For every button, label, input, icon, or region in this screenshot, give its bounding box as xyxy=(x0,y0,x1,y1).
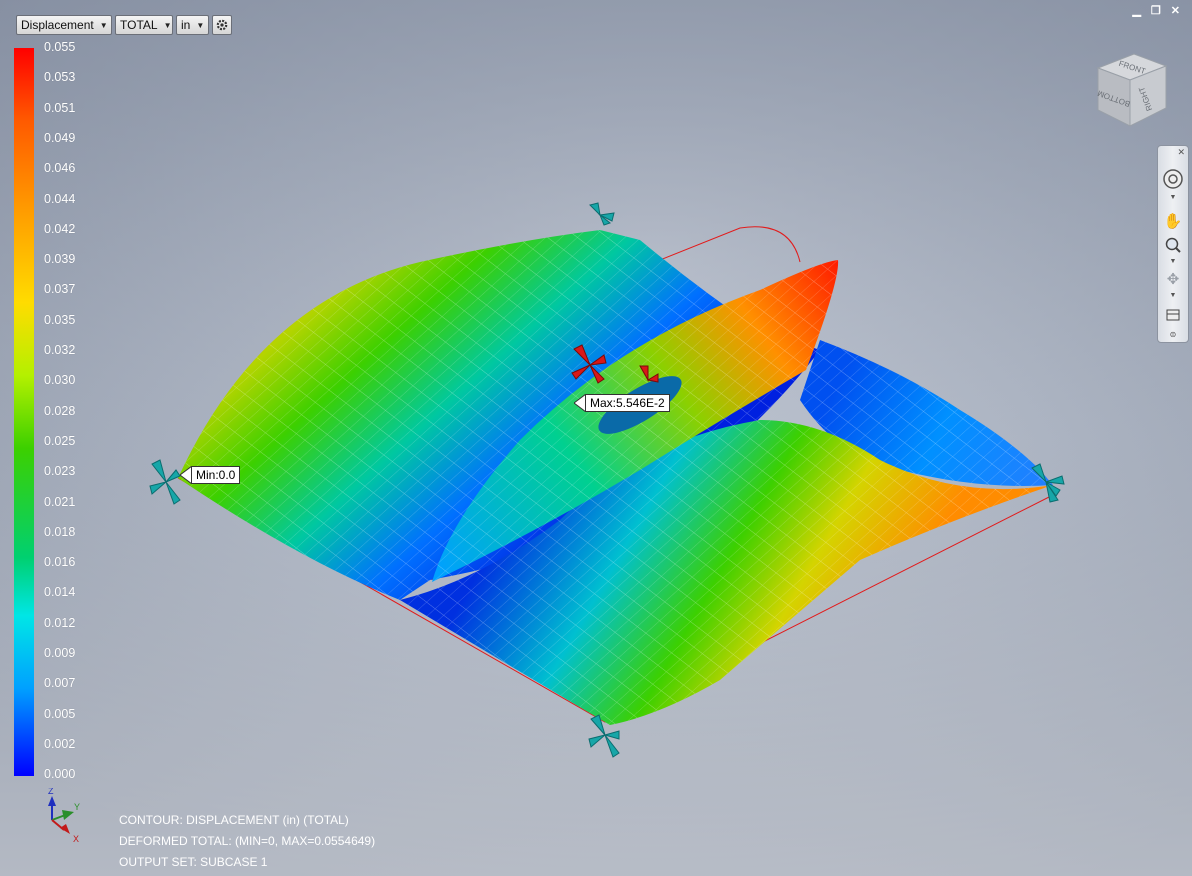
legend-value: 0.051 xyxy=(44,100,76,115)
chevron-down-icon: ▼ xyxy=(1169,194,1177,201)
pan-button[interactable]: ✋ xyxy=(1158,212,1188,230)
view-cube[interactable]: FRONT RIGHT BOTTOM xyxy=(1088,46,1174,132)
pan-icon: ✋ xyxy=(1163,213,1183,230)
legend-value: 0.012 xyxy=(44,615,76,630)
legend-value: 0.007 xyxy=(44,676,76,691)
info-deformed: DEFORMED TOTAL: (MIN=0, MAX=0.0554649) xyxy=(119,834,376,848)
navbar-customize-icon[interactable]: ⊜ xyxy=(1158,330,1188,339)
gear-icon xyxy=(216,19,228,31)
legend-value: 0.046 xyxy=(44,161,76,176)
zoom-button[interactable] xyxy=(1158,236,1188,254)
legend-value: 0.030 xyxy=(44,373,76,388)
legend-value: 0.049 xyxy=(44,130,76,145)
legend-value: 0.055 xyxy=(44,40,76,54)
legend-value: 0.002 xyxy=(44,736,76,751)
navbar-close[interactable]: ✕ xyxy=(1158,147,1188,158)
min-label: Min:0.0 xyxy=(191,466,241,484)
legend-value: 0.023 xyxy=(44,464,76,479)
result-type-value: Displacement xyxy=(21,18,94,32)
units-dropdown[interactable]: in ▼ xyxy=(176,15,209,35)
legend-value: 0.021 xyxy=(44,494,76,509)
legend-value: 0.028 xyxy=(44,403,76,418)
legend-value: 0.053 xyxy=(44,70,76,85)
axis-triad: Z Y X xyxy=(48,788,80,844)
chevron-down-icon: ▼ xyxy=(1169,258,1177,265)
orbit-icon: ✥ xyxy=(1166,271,1180,288)
fea-model-view[interactable] xyxy=(0,0,1192,876)
legend-value: 0.018 xyxy=(44,524,76,539)
chevron-down-icon: ▼ xyxy=(163,20,172,30)
component-dropdown[interactable]: TOTAL ▼ xyxy=(115,15,173,35)
close-icon[interactable]: ✕ xyxy=(1171,4,1180,17)
component-value: TOTAL xyxy=(120,18,158,32)
chevron-down-icon: ▼ xyxy=(196,20,205,30)
legend-value: 0.005 xyxy=(44,706,76,721)
orbit-button[interactable]: ✥ xyxy=(1158,270,1188,288)
navigation-bar: ✕ ▼ ✋ ▼ ✥ ▼ ⊜ xyxy=(1157,145,1189,343)
legend-value: 0.032 xyxy=(44,343,76,357)
restore-icon[interactable]: ❐ xyxy=(1151,4,1161,17)
chevron-down-icon: ▼ xyxy=(1169,292,1177,299)
result-info: CONTOUR: DISPLACEMENT (in) (TOTAL) DEFOR… xyxy=(119,810,375,873)
axis-y-label: Y xyxy=(74,802,80,812)
zoom-icon xyxy=(1165,237,1181,253)
legend-value: 0.009 xyxy=(44,646,76,660)
legend-value: 0.025 xyxy=(44,433,76,448)
max-label: Max:5.546E-2 xyxy=(585,394,670,412)
axis-x-label: X xyxy=(73,834,79,844)
legend-value: 0.044 xyxy=(44,191,76,206)
units-value: in xyxy=(181,18,191,32)
info-output-set: OUTPUT SET: SUBCASE 1 xyxy=(119,855,268,869)
chevron-down-icon: ▼ xyxy=(99,20,108,30)
close-icon: ✕ xyxy=(1177,147,1185,157)
look-at-button[interactable] xyxy=(1158,306,1188,322)
legend-value: 0.035 xyxy=(44,312,76,327)
minimize-icon[interactable]: ▁ xyxy=(1132,4,1140,17)
legend-value: 0.042 xyxy=(44,221,76,236)
legend-value: 0.016 xyxy=(44,555,76,570)
legend-value: 0.037 xyxy=(44,282,76,297)
legend-value: 0.000 xyxy=(44,767,76,782)
contour-legend-bar xyxy=(14,48,34,776)
full-navigation-wheel-button[interactable] xyxy=(1158,168,1188,190)
axis-z-label: Z xyxy=(48,788,54,796)
settings-button[interactable] xyxy=(212,15,232,35)
full-navigation-wheel-icon xyxy=(1163,169,1183,189)
look-at-icon xyxy=(1166,309,1180,321)
window-controls: ▁ ❐ ✕ xyxy=(1132,4,1180,17)
info-contour: CONTOUR: DISPLACEMENT (in) (TOTAL) xyxy=(119,813,349,827)
legend-value: 0.039 xyxy=(44,252,76,267)
legend-value: 0.014 xyxy=(44,585,76,600)
result-type-dropdown[interactable]: Displacement ▼ xyxy=(16,15,112,35)
result-toolbar: Displacement ▼ TOTAL ▼ in ▼ xyxy=(16,15,232,35)
